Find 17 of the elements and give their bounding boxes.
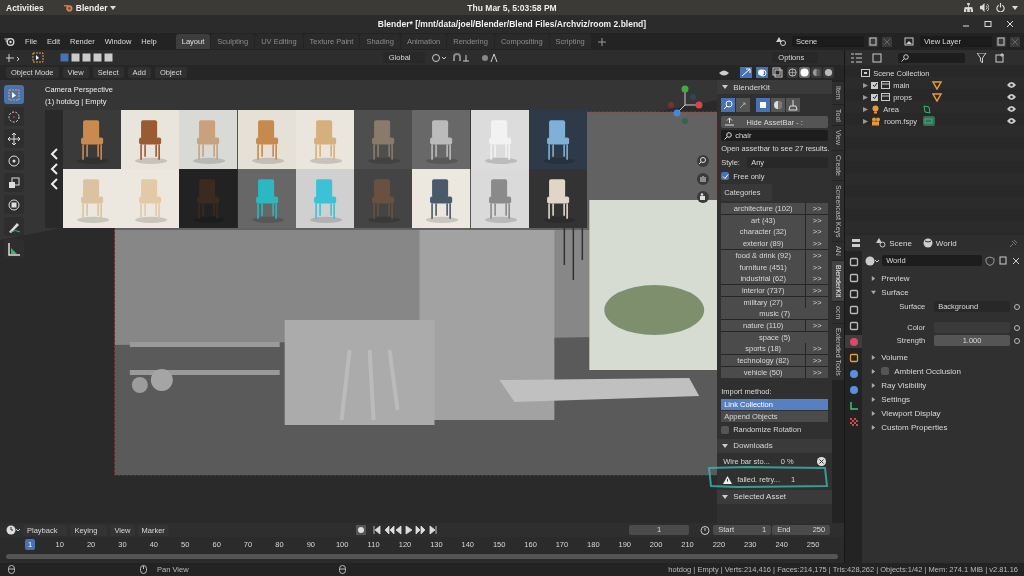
app-menu[interactable]: Blender — [63, 2, 117, 13]
panel-header[interactable]: Surface — [865, 285, 1021, 299]
panel-header[interactable]: Ambient Occlusion — [865, 364, 1021, 378]
breadcrumb[interactable]: Scene — [889, 238, 912, 248]
activities-button[interactable]: Activities — [6, 2, 44, 13]
breadcrumb[interactable]: World — [935, 238, 957, 248]
panel-header[interactable]: Preview — [865, 271, 1021, 285]
panel-header[interactable]: Settings — [865, 392, 1021, 406]
panel-header[interactable]: Downloads — [717, 438, 833, 453]
panel-header[interactable]: Custom Properties — [865, 420, 1021, 434]
clock: Thu Mar 5, 5:03:58 PM — [467, 2, 557, 13]
panel-header[interactable]: BlenderKit — [717, 80, 833, 94]
panel-header[interactable]: Selected Asset — [717, 489, 833, 504]
panel-header[interactable]: Volume — [865, 350, 1021, 364]
panel-header[interactable]: Ray Visibility — [865, 378, 1021, 392]
window-title: Blender* [/mnt/data/joel/Blender/Blend Files/Archviz/room 2.blend] — [377, 19, 647, 29]
panel-header[interactable]: Viewport Display — [865, 406, 1021, 420]
